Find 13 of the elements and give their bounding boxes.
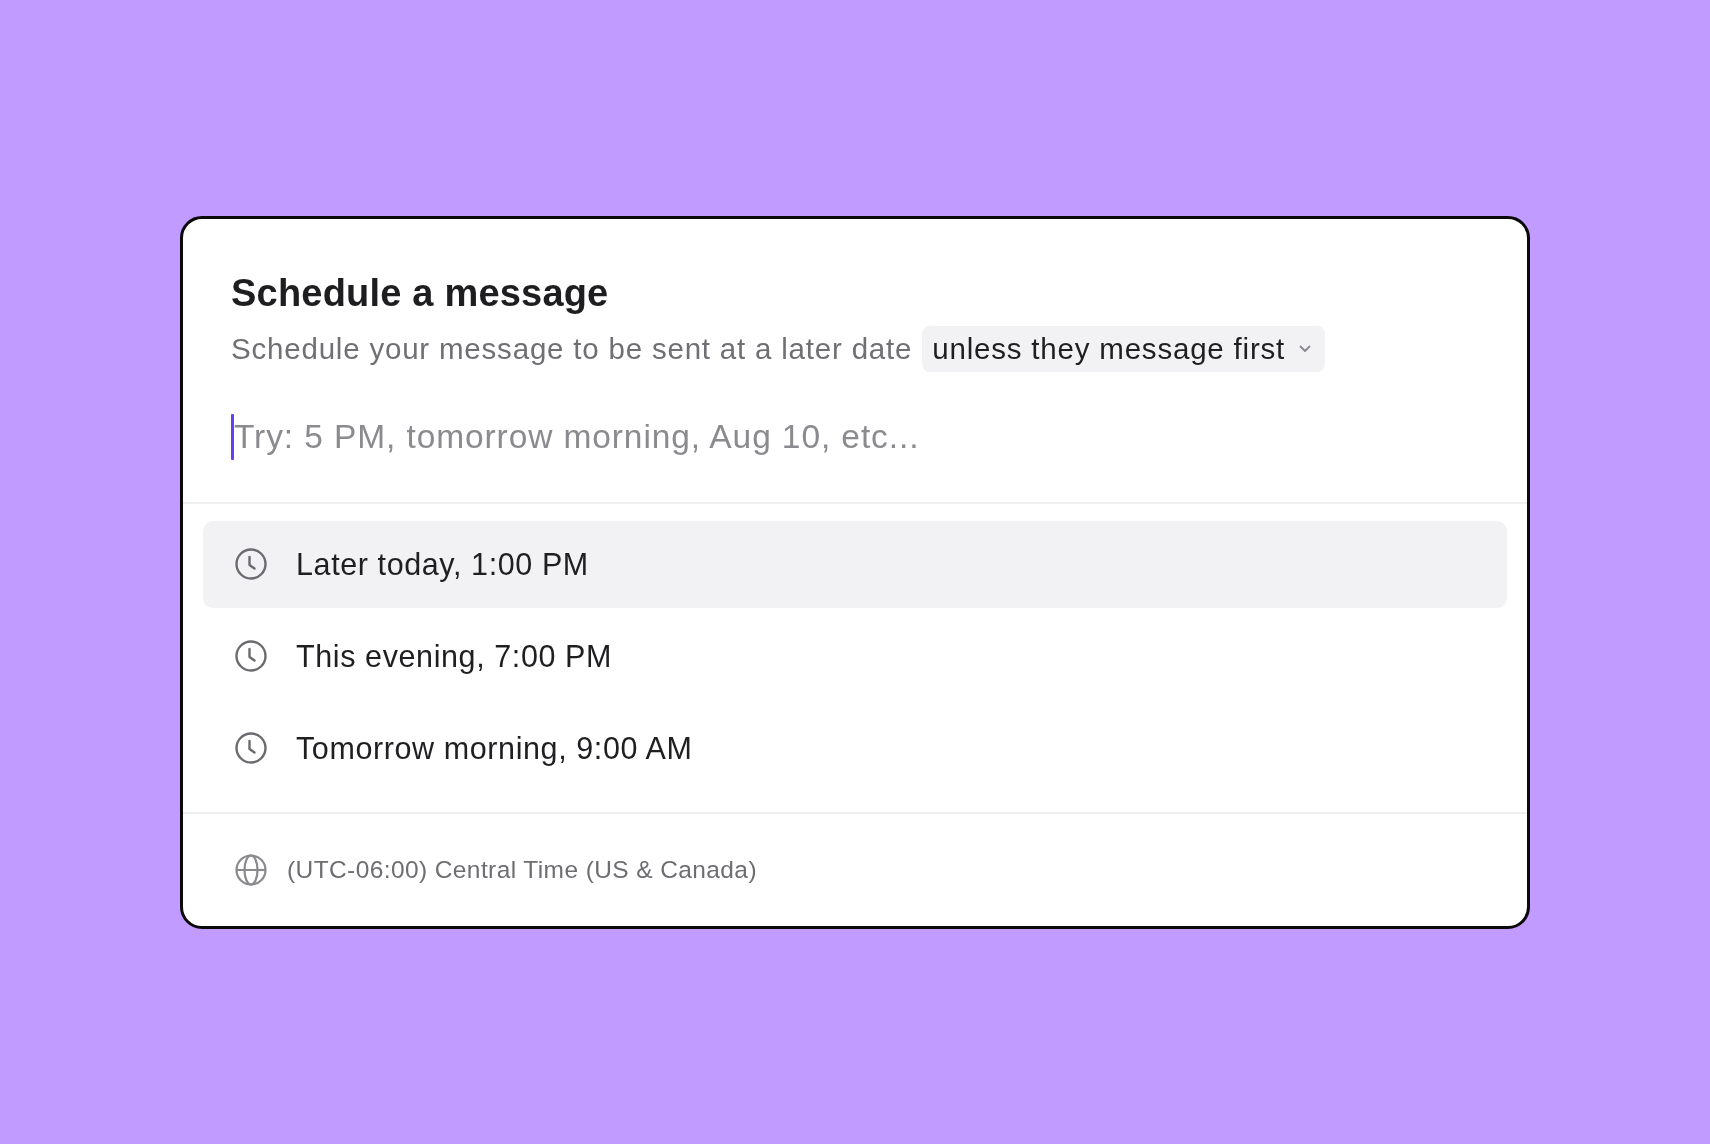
dialog-subtitle: Schedule your message to be sent at a later date (231, 331, 913, 366)
chevron-down-icon (1299, 344, 1312, 353)
dialog-title: Schedule a message (231, 270, 609, 315)
timezone-label: (UTC-06:00) Central Time (US & Canada) (287, 855, 757, 884)
suggestion-item[interactable]: This evening, 7:00 PM (203, 612, 1507, 700)
time-input[interactable]: Try: 5 PM, tomorrow morning, Aug 10, etc... (234, 411, 1479, 462)
clock-icon (235, 640, 267, 672)
globe-icon (235, 853, 267, 886)
condition-dropdown[interactable]: unless they message first (922, 325, 1326, 372)
clock-icon (235, 548, 267, 580)
suggestion-item[interactable]: Tomorrow morning, 9:00 AM (203, 704, 1507, 792)
suggestion-item[interactable]: Later today, 1:00 PM (203, 520, 1507, 608)
clock-icon (235, 732, 267, 764)
